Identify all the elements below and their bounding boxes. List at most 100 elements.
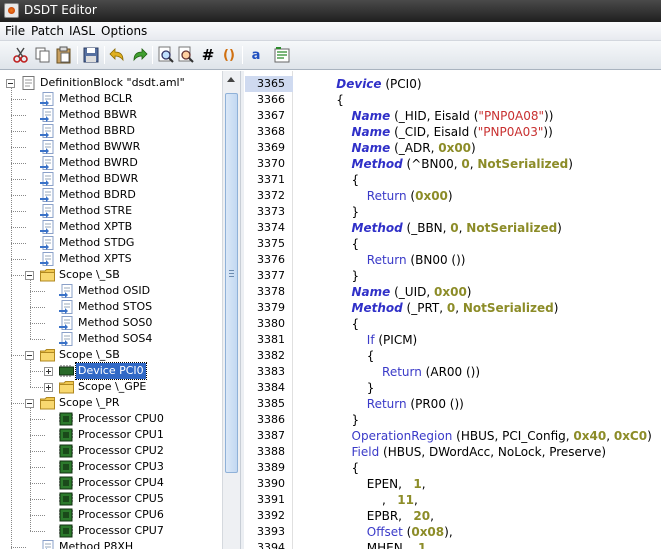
code-line[interactable]: 3366 { — [245, 92, 661, 108]
tree-node-label: Method SOS4 — [78, 332, 153, 345]
tree-node[interactable]: Method BBWR — [0, 107, 222, 123]
tree-node[interactable]: Method BDRD — [0, 187, 222, 203]
line-number: 3365 — [245, 76, 293, 92]
splitter[interactable] — [240, 71, 244, 549]
save-icon[interactable] — [81, 45, 101, 65]
code-line[interactable]: 3369 Name (_ADR, 0x00) — [245, 140, 661, 156]
code-line[interactable]: 3372 Return (0x00) — [245, 188, 661, 204]
tree-node[interactable]: Method SOS4 — [0, 331, 222, 347]
tree-node[interactable]: Method BCLR — [0, 91, 222, 107]
paste-icon[interactable] — [54, 45, 74, 65]
expand-icon[interactable] — [44, 383, 53, 392]
code-line[interactable]: 3387 OperationRegion (HBUS, PCI_Config, … — [245, 428, 661, 444]
tree-node[interactable]: Scope \_GPE — [0, 379, 222, 395]
code-token: , — [414, 493, 418, 507]
tree-node[interactable]: Method OSID — [0, 283, 222, 299]
tree-node-label: Method XPTB — [59, 220, 133, 233]
tree-scrollbar[interactable] — [222, 71, 240, 549]
redo-icon[interactable] — [129, 45, 149, 65]
tree-node[interactable]: DefinitionBlock "dsdt.aml" — [0, 75, 222, 91]
tree-node[interactable]: Method STDG — [0, 235, 222, 251]
code-line[interactable]: 3380 { — [245, 316, 661, 332]
code-line[interactable]: 3375 { — [245, 236, 661, 252]
scrollbar-thumb[interactable] — [225, 93, 238, 473]
tree-node[interactable]: Method STRE — [0, 203, 222, 219]
menu-options[interactable]: Options — [101, 24, 147, 38]
code-line[interactable]: 3393 Offset (0x08), — [245, 524, 661, 540]
code-editor[interactable]: 3365 Device (PCI0) 3366 {3367 Name (_HID,… — [245, 71, 661, 549]
code-token: If — [366, 333, 375, 347]
cut-icon[interactable] — [11, 45, 31, 65]
code-line[interactable]: 3391 , 11, — [245, 492, 661, 508]
menu-patch[interactable]: Patch — [31, 24, 64, 38]
code-line[interactable]: 3384 } — [245, 380, 661, 396]
tree-node[interactable]: Method BBRD — [0, 123, 222, 139]
tree-node[interactable]: Processor CPU0 — [0, 411, 222, 427]
code-line[interactable]: 3377 } — [245, 268, 661, 284]
collapse-icon[interactable] — [25, 399, 34, 408]
braces-icon[interactable]: () — [219, 45, 239, 65]
code-line[interactable]: 3378 Name (_UID, 0x00) — [245, 284, 661, 300]
code-line[interactable]: 3368 Name (_CID, EisaId ("PNP0A03")) — [245, 124, 661, 140]
tree-node[interactable]: Scope \_SB — [0, 267, 222, 283]
code-line[interactable]: 3386 } — [245, 412, 661, 428]
code-line[interactable]: 3383 Return (AR00 ()) — [245, 364, 661, 380]
tree-node[interactable]: Method XPTS — [0, 251, 222, 267]
collapse-icon[interactable] — [25, 351, 34, 360]
code-line[interactable]: 3388 Field (HBUS, DWordAcc, NoLock, Pres… — [245, 444, 661, 460]
outline-tree[interactable]: DefinitionBlock "dsdt.aml" Method BCLR Met… — [0, 71, 222, 549]
tree-node[interactable]: Device PCI0 — [0, 362, 222, 380]
menu-file[interactable]: File — [5, 24, 25, 38]
tree-node[interactable]: Scope \_PR — [0, 395, 222, 411]
tree-node[interactable]: Method STOS — [0, 299, 222, 315]
code-line[interactable]: 3390 EPEN, 1, — [245, 476, 661, 492]
code-line[interactable]: 3374 Method (_BBN, 0, NotSerialized) — [245, 220, 661, 236]
expand-icon[interactable] — [44, 367, 53, 376]
tree-node[interactable]: Method SOS0 — [0, 315, 222, 331]
code-line[interactable]: 3382 { — [245, 348, 661, 364]
code-line[interactable]: 3389 { — [245, 460, 661, 476]
code-line[interactable]: 3370 Method (^BN00, 0, NotSerialized) — [245, 156, 661, 172]
tree-node[interactable]: Method P8XH — [0, 539, 222, 549]
scroll-up-arrow-icon[interactable] — [227, 77, 235, 82]
menu-iasl[interactable]: IASL — [69, 24, 95, 38]
code-text: OperationRegion (HBUS, PCI_Config, 0x40,… — [321, 428, 652, 444]
tree-node-label: Method BWWR — [59, 140, 141, 153]
code-line[interactable]: 3371 { — [245, 172, 661, 188]
collapse-icon[interactable] — [6, 79, 15, 88]
find-icon[interactable] — [156, 45, 176, 65]
tree-node[interactable]: Method XPTB — [0, 219, 222, 235]
tree-node[interactable]: Processor CPU2 — [0, 443, 222, 459]
code-line[interactable]: 3392 EPBR, 20, — [245, 508, 661, 524]
code-token: 0x40 — [573, 429, 607, 443]
tree-node-label: Device PCI0 — [75, 362, 147, 380]
tree-node[interactable]: Processor CPU7 — [0, 523, 222, 539]
code-line[interactable]: 3394 MHEN, 1, — [245, 540, 661, 549]
code-line[interactable]: 3385 Return (PR00 ()) — [245, 396, 661, 412]
tree-node[interactable]: Scope \_SB — [0, 347, 222, 363]
tree-node[interactable]: Processor CPU3 — [0, 459, 222, 475]
tree-node-label: Processor CPU0 — [78, 412, 164, 425]
spellcheck-icon[interactable]: a — [246, 45, 266, 65]
hash-icon[interactable]: # — [198, 45, 218, 65]
tree-node[interactable]: Method BWRD — [0, 155, 222, 171]
tree-node[interactable]: Processor CPU5 — [0, 491, 222, 507]
code-line[interactable]: 3373 } — [245, 204, 661, 220]
code-line[interactable]: 3365 Device (PCI0) — [245, 76, 661, 92]
code-line[interactable]: 3367 Name (_HID, EisaId ("PNP0A08")) — [245, 108, 661, 124]
code-line[interactable]: 3381 If (PICM) — [245, 332, 661, 348]
code-token: Method — [351, 157, 403, 171]
tree-node[interactable]: Method BWWR — [0, 139, 222, 155]
undo-icon[interactable] — [108, 45, 128, 65]
tree-node[interactable]: Processor CPU4 — [0, 475, 222, 491]
collapse-icon[interactable] — [25, 271, 34, 280]
code-line[interactable]: 3379 Method (_PRT, 0, NotSerialized) — [245, 300, 661, 316]
tree-node[interactable]: Method BDWR — [0, 171, 222, 187]
compile-icon[interactable] — [272, 45, 292, 65]
copy-icon[interactable] — [33, 45, 53, 65]
tree-node[interactable]: Processor CPU1 — [0, 427, 222, 443]
code-line[interactable]: 3376 Return (BN00 ()) — [245, 252, 661, 268]
find-replace-icon[interactable] — [176, 45, 196, 65]
tree-node[interactable]: Processor CPU6 — [0, 507, 222, 523]
